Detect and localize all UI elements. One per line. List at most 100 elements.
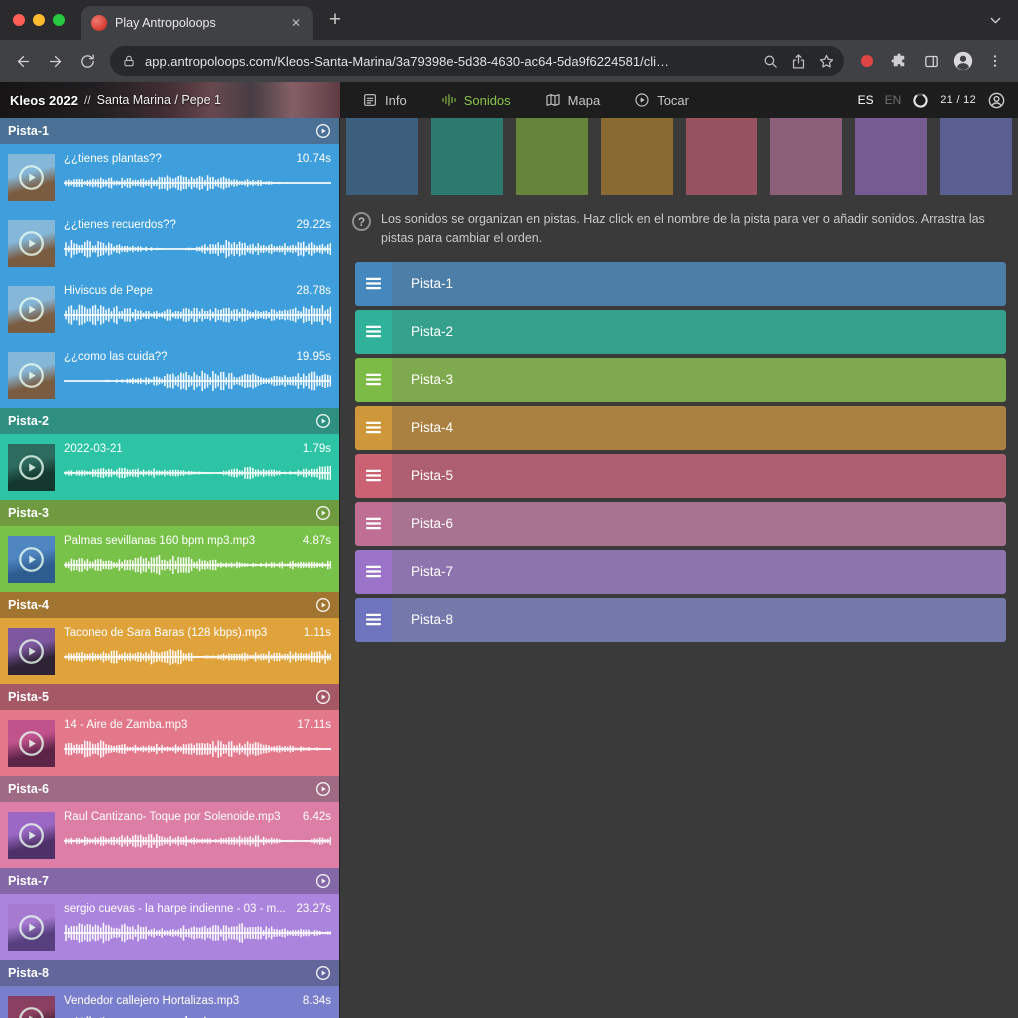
- zoom-window-button[interactable]: [53, 14, 65, 26]
- forward-button[interactable]: [40, 46, 70, 76]
- sound-thumbnail[interactable]: [8, 220, 55, 267]
- track-header[interactable]: Pista-3: [0, 500, 339, 526]
- track-row[interactable]: Pista-3: [355, 358, 1006, 402]
- track-row[interactable]: Pista-8: [355, 598, 1006, 642]
- side-panel-button[interactable]: [916, 46, 946, 76]
- waveform[interactable]: [64, 170, 331, 196]
- track-row[interactable]: Pista-7: [355, 550, 1006, 594]
- track-play-button[interactable]: [315, 597, 331, 613]
- waveform[interactable]: [64, 736, 331, 762]
- play-icon[interactable]: [18, 730, 45, 757]
- address-bar[interactable]: app.antropoloops.com/Kleos-Santa-Marina/…: [110, 46, 844, 76]
- track-header[interactable]: Pista-2: [0, 408, 339, 434]
- drag-handle-icon[interactable]: [355, 310, 392, 354]
- track-color-swatch[interactable]: [346, 118, 418, 195]
- sound-item[interactable]: 14 - Aire de Zamba.mp3 17.11s: [0, 710, 339, 776]
- tab-tocar[interactable]: Tocar: [634, 92, 689, 108]
- track-header[interactable]: Pista-1: [0, 118, 339, 144]
- sound-item[interactable]: ¿¿como las cuida?? 19.95s: [0, 342, 339, 408]
- track-color-swatch[interactable]: [686, 118, 758, 195]
- waveform[interactable]: [64, 828, 331, 854]
- track-play-button[interactable]: [315, 505, 331, 521]
- sound-item[interactable]: sergio cuevas - la harpe indienne - 03 -…: [0, 894, 339, 960]
- sound-item[interactable]: 2022-03-21 1.79s: [0, 434, 339, 500]
- play-icon[interactable]: [18, 230, 45, 257]
- track-row-bar[interactable]: Pista-3: [392, 358, 1006, 402]
- play-icon[interactable]: [18, 914, 45, 941]
- waveform[interactable]: [64, 460, 331, 486]
- play-icon[interactable]: [18, 454, 45, 481]
- track-row[interactable]: Pista-4: [355, 406, 1006, 450]
- tab-mapa[interactable]: Mapa: [545, 92, 601, 108]
- sound-thumbnail[interactable]: [8, 812, 55, 859]
- waveform[interactable]: [64, 302, 331, 328]
- track-color-swatch[interactable]: [601, 118, 673, 195]
- zoom-icon[interactable]: [756, 47, 784, 75]
- bookmark-star-button[interactable]: [812, 47, 840, 75]
- sound-item[interactable]: ¿¿tienes recuerdos?? 29.22s: [0, 210, 339, 276]
- track-color-swatch[interactable]: [431, 118, 503, 195]
- sound-item[interactable]: Vendedor callejero Hortalizas.mp3 8.34s: [0, 986, 339, 1018]
- breadcrumb-project[interactable]: Kleos 2022: [10, 93, 78, 108]
- track-play-button[interactable]: [315, 689, 331, 705]
- track-row-bar[interactable]: Pista-6: [392, 502, 1006, 546]
- sound-thumbnail[interactable]: [8, 904, 55, 951]
- tab-info[interactable]: Info: [362, 92, 407, 108]
- track-header[interactable]: Pista-6: [0, 776, 339, 802]
- track-row[interactable]: Pista-2: [355, 310, 1006, 354]
- back-button[interactable]: [8, 46, 38, 76]
- url-text[interactable]: app.antropoloops.com/Kleos-Santa-Marina/…: [145, 54, 756, 69]
- drag-handle-icon[interactable]: [355, 358, 392, 402]
- sound-item[interactable]: Taconeo de Sara Baras (128 kbps).mp3 1.1…: [0, 618, 339, 684]
- close-tab-icon[interactable]: ✕: [287, 14, 305, 32]
- profile-avatar[interactable]: [948, 46, 978, 76]
- waveform[interactable]: [64, 644, 331, 670]
- sound-thumbnail[interactable]: [8, 628, 55, 675]
- sound-thumbnail[interactable]: [8, 154, 55, 201]
- track-play-button[interactable]: [315, 123, 331, 139]
- track-play-button[interactable]: [315, 965, 331, 981]
- sound-item[interactable]: ¿¿tienes plantas?? 10.74s: [0, 144, 339, 210]
- track-row[interactable]: Pista-5: [355, 454, 1006, 498]
- play-icon[interactable]: [18, 822, 45, 849]
- waveform[interactable]: [64, 552, 331, 578]
- drag-handle-icon[interactable]: [355, 454, 392, 498]
- waveform[interactable]: [64, 236, 331, 262]
- tab-search-chevron-icon[interactable]: [987, 12, 1004, 34]
- waveform[interactable]: [64, 1012, 331, 1018]
- drag-handle-icon[interactable]: [355, 262, 392, 306]
- sound-thumbnail[interactable]: [8, 286, 55, 333]
- play-icon[interactable]: [18, 546, 45, 573]
- extensions-puzzle-button[interactable]: [884, 46, 914, 76]
- track-play-button[interactable]: [315, 413, 331, 429]
- breadcrumb-session[interactable]: Santa Marina / Pepe 1: [97, 93, 221, 107]
- track-row[interactable]: Pista-1: [355, 262, 1006, 306]
- drag-handle-icon[interactable]: [355, 406, 392, 450]
- track-color-swatch[interactable]: [770, 118, 842, 195]
- breadcrumb[interactable]: Kleos 2022 // Santa Marina / Pepe 1: [0, 82, 340, 118]
- track-row-bar[interactable]: Pista-7: [392, 550, 1006, 594]
- track-row-bar[interactable]: Pista-5: [392, 454, 1006, 498]
- track-row-bar[interactable]: Pista-8: [392, 598, 1006, 642]
- track-color-swatch[interactable]: [940, 118, 1012, 195]
- drag-handle-icon[interactable]: [355, 550, 392, 594]
- sound-item[interactable]: Hiviscus de Pepe 28.78s: [0, 276, 339, 342]
- track-header[interactable]: Pista-5: [0, 684, 339, 710]
- track-header[interactable]: Pista-8: [0, 960, 339, 986]
- account-icon[interactable]: [987, 91, 1006, 110]
- browser-tab[interactable]: Play Antropoloops ✕: [81, 6, 313, 40]
- track-header[interactable]: Pista-7: [0, 868, 339, 894]
- language-en[interactable]: EN: [885, 93, 902, 107]
- sound-thumbnail[interactable]: [8, 996, 55, 1018]
- track-header[interactable]: Pista-4: [0, 592, 339, 618]
- sound-thumbnail[interactable]: [8, 720, 55, 767]
- language-es[interactable]: ES: [858, 93, 874, 107]
- play-icon[interactable]: [18, 296, 45, 323]
- tab-sonidos[interactable]: Sonidos: [441, 92, 511, 108]
- waveform[interactable]: [64, 368, 331, 394]
- sound-thumbnail[interactable]: [8, 352, 55, 399]
- reload-button[interactable]: [72, 46, 102, 76]
- play-icon[interactable]: [18, 638, 45, 665]
- track-row-bar[interactable]: Pista-4: [392, 406, 1006, 450]
- waveform[interactable]: [64, 920, 331, 946]
